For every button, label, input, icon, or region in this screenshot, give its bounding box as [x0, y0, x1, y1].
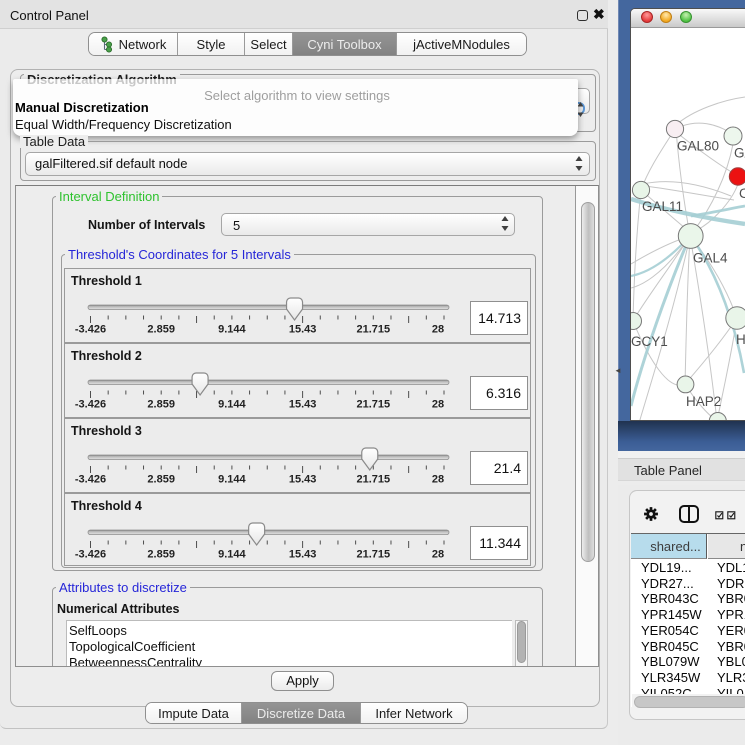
svg-text:15.43: 15.43: [289, 324, 317, 336]
svg-text:28: 28: [432, 474, 444, 486]
svg-text:2.859: 2.859: [147, 399, 175, 411]
svg-text:9.144: 9.144: [218, 474, 246, 486]
svg-text:-3.426: -3.426: [75, 324, 106, 336]
svg-text:21.715: 21.715: [356, 474, 390, 486]
svg-text:-3.426: -3.426: [75, 399, 106, 411]
svg-text:GAL11: GAL11: [642, 199, 683, 214]
svg-text:GCY1: GCY1: [631, 334, 668, 349]
svg-text:15.43: 15.43: [289, 549, 317, 561]
svg-text:21.715: 21.715: [356, 324, 390, 336]
svg-text:2.859: 2.859: [147, 549, 175, 561]
svg-text:14.713: 14.713: [478, 310, 521, 326]
svg-text:C: C: [739, 186, 745, 201]
svg-text:15.43: 15.43: [289, 474, 317, 486]
svg-text:2.859: 2.859: [147, 474, 175, 486]
svg-text:H: H: [736, 332, 745, 347]
svg-text:Threshold 4: Threshold 4: [71, 499, 142, 513]
svg-text:21.715: 21.715: [356, 399, 390, 411]
svg-text:28: 28: [432, 549, 444, 561]
svg-text:6.316: 6.316: [486, 385, 521, 401]
svg-text:HAP2: HAP2: [686, 394, 721, 409]
svg-text:-3.426: -3.426: [75, 474, 106, 486]
svg-text:21.4: 21.4: [494, 460, 521, 476]
svg-text:Threshold 3: Threshold 3: [71, 424, 142, 438]
svg-text:Threshold 2: Threshold 2: [71, 349, 142, 363]
svg-text:2.859: 2.859: [147, 324, 175, 336]
svg-text:11.344: 11.344: [479, 535, 521, 551]
svg-text:21.715: 21.715: [356, 549, 390, 561]
svg-text:9.144: 9.144: [218, 549, 246, 561]
svg-text:28: 28: [432, 324, 444, 336]
svg-text:GAL4: GAL4: [693, 251, 728, 266]
svg-text:9.144: 9.144: [218, 324, 246, 336]
svg-text:GA: GA: [734, 146, 745, 161]
svg-text:28: 28: [432, 399, 444, 411]
svg-text:9.144: 9.144: [218, 399, 246, 411]
svg-text:15.43: 15.43: [289, 399, 317, 411]
svg-text:-3.426: -3.426: [75, 549, 106, 561]
svg-text:GAL80: GAL80: [677, 139, 719, 154]
svg-text:Threshold 1: Threshold 1: [71, 274, 142, 288]
